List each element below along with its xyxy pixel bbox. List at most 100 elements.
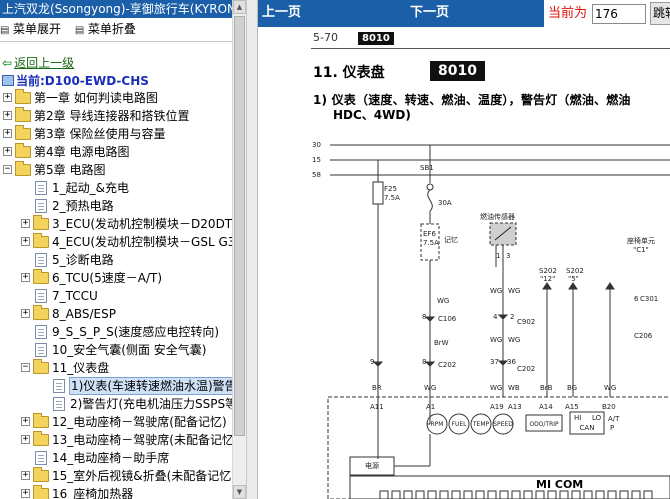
tree-item-label: 9_S_S_P_S(速度感应电控转向) xyxy=(52,325,220,339)
folder-icon xyxy=(33,413,49,428)
sb1-rating: 30A xyxy=(438,199,452,207)
document-icon xyxy=(35,253,47,267)
tree-item-label: 第3章 保险丝使用与容量 xyxy=(34,127,166,141)
pin-label: 1 xyxy=(496,252,501,260)
document-icon xyxy=(35,289,47,303)
collapse-menu-button[interactable]: ▤ 菜单折叠 xyxy=(75,19,136,41)
expand-icon[interactable]: + xyxy=(21,417,30,426)
tree-item[interactable]: + 第一章 如何判读电路图 xyxy=(0,89,232,107)
expand-icon[interactable]: + xyxy=(3,111,12,120)
tree-item[interactable]: 1)仪表(车速转速燃油水温)警告灯 xyxy=(0,377,232,395)
divider-line xyxy=(0,41,232,42)
tree-item[interactable]: 7_TCCU xyxy=(0,287,232,305)
tree-item[interactable]: + 第2章 导线连接器和搭铁位置 xyxy=(0,107,232,125)
tree-item-label: 12_电动座椅－驾驶席(配备记忆) xyxy=(52,415,227,429)
tree-item[interactable]: 14_电动座椅－助手席 xyxy=(0,449,232,467)
pin-label: A13 xyxy=(508,403,522,411)
fuel-sensor-label: 燃油传感器 xyxy=(480,213,515,221)
connector-c206: C206 xyxy=(634,332,653,340)
menu-icon: ▤ xyxy=(74,25,85,36)
wiring-diagram-page: 5-70 8010 11. 仪表盘 8010 1) 仪表（速度、转速、燃油、温度… xyxy=(258,27,670,499)
next-page-button[interactable]: 下一页 xyxy=(410,0,449,27)
bus-label-30: 30 xyxy=(312,141,321,149)
can-label: CAN xyxy=(579,424,595,432)
tree-item-label: 10_安全气囊(侧面 安全气囊) xyxy=(52,343,207,357)
section-code-large: 8010 xyxy=(430,61,485,81)
wire-label: WG xyxy=(437,297,450,305)
scroll-up-icon[interactable]: ▲ xyxy=(233,0,246,14)
tree-item[interactable]: 10_安全气囊(侧面 安全气囊) xyxy=(0,341,232,359)
expand-menu-button[interactable]: ▤ 菜单展开 xyxy=(0,19,61,41)
expand-icon[interactable]: + xyxy=(3,93,12,102)
prev-page-button[interactable]: 上一页 xyxy=(262,0,301,27)
tree-item[interactable]: +16_座椅加热器 xyxy=(0,485,232,499)
folder-icon xyxy=(33,467,49,482)
can-lo-label: LO xyxy=(592,414,602,422)
tree-item-label: 13_电动座椅－驾驶席(未配备记忆) xyxy=(52,433,232,447)
computer-icon xyxy=(2,75,14,86)
scroll-down-icon[interactable]: ▼ xyxy=(233,485,246,499)
tree-item[interactable]: +12_电动座椅－驾驶席(配备记忆) xyxy=(0,413,232,431)
collapse-icon[interactable]: − xyxy=(21,363,30,372)
pin-label: 37 xyxy=(490,358,499,366)
tree-item[interactable]: +13_电动座椅－驾驶席(未配备记忆) xyxy=(0,431,232,449)
left-scrollbar[interactable]: ▲ ▼ xyxy=(232,0,246,499)
diagram-subtitle-line2: HDC、4WD) xyxy=(333,108,411,122)
tree-item[interactable]: − 11_仪表盘 xyxy=(0,359,232,377)
folder-icon xyxy=(33,359,49,374)
pin-label: 9 xyxy=(370,358,375,366)
section-code-small: 8010 xyxy=(358,32,394,45)
pane-splitter[interactable] xyxy=(246,0,258,499)
page-jump-group: 当前为 跳转 xyxy=(544,0,670,27)
tree-item[interactable]: + 第4章 电源电路图 xyxy=(0,143,232,161)
park-label: P xyxy=(610,424,615,432)
tree-item[interactable]: − 第5章 电路图 xyxy=(0,161,232,179)
expand-icon[interactable]: + xyxy=(21,489,30,498)
wire-label: BR xyxy=(372,384,382,392)
wire-label: WG xyxy=(490,384,503,392)
wire-label: WG xyxy=(490,287,503,295)
scrollbar-thumb[interactable] xyxy=(234,16,245,436)
tree-item[interactable]: +8_ABS/ESP xyxy=(0,305,232,323)
back-link[interactable]: ⇦ 返回上一级 xyxy=(2,54,74,71)
tree-item-label: 4_ECU(发动机控制模块－GSL G32D) xyxy=(52,235,232,249)
speed-gauge-icon: SPEED xyxy=(493,421,513,428)
expand-icon[interactable]: + xyxy=(21,435,30,444)
expand-icon[interactable]: + xyxy=(21,273,30,282)
power-block-label: 电源 xyxy=(365,462,379,470)
tree-item[interactable]: 2)警告灯(充电机油压力SSPS等) xyxy=(0,395,232,413)
tree-item[interactable]: + 第3章 保险丝使用与容量 xyxy=(0,125,232,143)
tree-item[interactable]: +4_ECU(发动机控制模块－GSL G32D) xyxy=(0,233,232,251)
expand-icon[interactable]: + xyxy=(21,471,30,480)
expand-icon[interactable]: + xyxy=(21,237,30,246)
expand-icon[interactable]: + xyxy=(3,147,12,156)
connector-c202: C202 xyxy=(517,365,536,373)
collapse-icon[interactable]: − xyxy=(3,165,12,174)
wire-label: WG xyxy=(424,384,437,392)
section-title: 11. 仪表盘 xyxy=(313,65,385,81)
bus-label-15: 15 xyxy=(312,156,321,164)
expand-icon[interactable]: + xyxy=(21,219,30,228)
wire-label: BG xyxy=(567,384,578,392)
page-number-input[interactable] xyxy=(592,4,646,24)
tree-item[interactable]: 9_S_S_P_S(速度感应电控转向) xyxy=(0,323,232,341)
tree-item-label: 第2章 导线连接器和搭铁位置 xyxy=(34,109,190,123)
at-label: A/T xyxy=(608,415,620,423)
tree-item[interactable]: +3_ECU(发动机控制模块－D20DT) xyxy=(0,215,232,233)
folder-icon xyxy=(15,89,31,104)
jump-button[interactable]: 跳转 xyxy=(650,2,670,25)
expand-icon[interactable]: + xyxy=(21,309,30,318)
wire-label: BrB xyxy=(540,384,553,392)
tree-item[interactable]: 5_诊断电路 xyxy=(0,251,232,269)
circuit-lines xyxy=(327,144,670,499)
bus-label-58: 58 xyxy=(312,171,321,179)
tree-item[interactable]: 1_起动_&充电 xyxy=(0,179,232,197)
document-icon xyxy=(35,325,47,339)
rpm-gauge-icon: RPM xyxy=(430,421,444,428)
circuit-diagram: 30 15 58 F25 7.5A SB1 30A EF6 7.5A 记忆 燃油… xyxy=(310,127,670,499)
tree-item[interactable]: +6_TCU(5速度－A/T) xyxy=(0,269,232,287)
tree-item[interactable]: 2_预热电路 xyxy=(0,197,232,215)
fuel-gauge-icon: FUEL xyxy=(451,421,467,428)
expand-icon[interactable]: + xyxy=(3,129,12,138)
tree-item[interactable]: +15_室外后视镜&折叠(未配备记忆) xyxy=(0,467,232,485)
